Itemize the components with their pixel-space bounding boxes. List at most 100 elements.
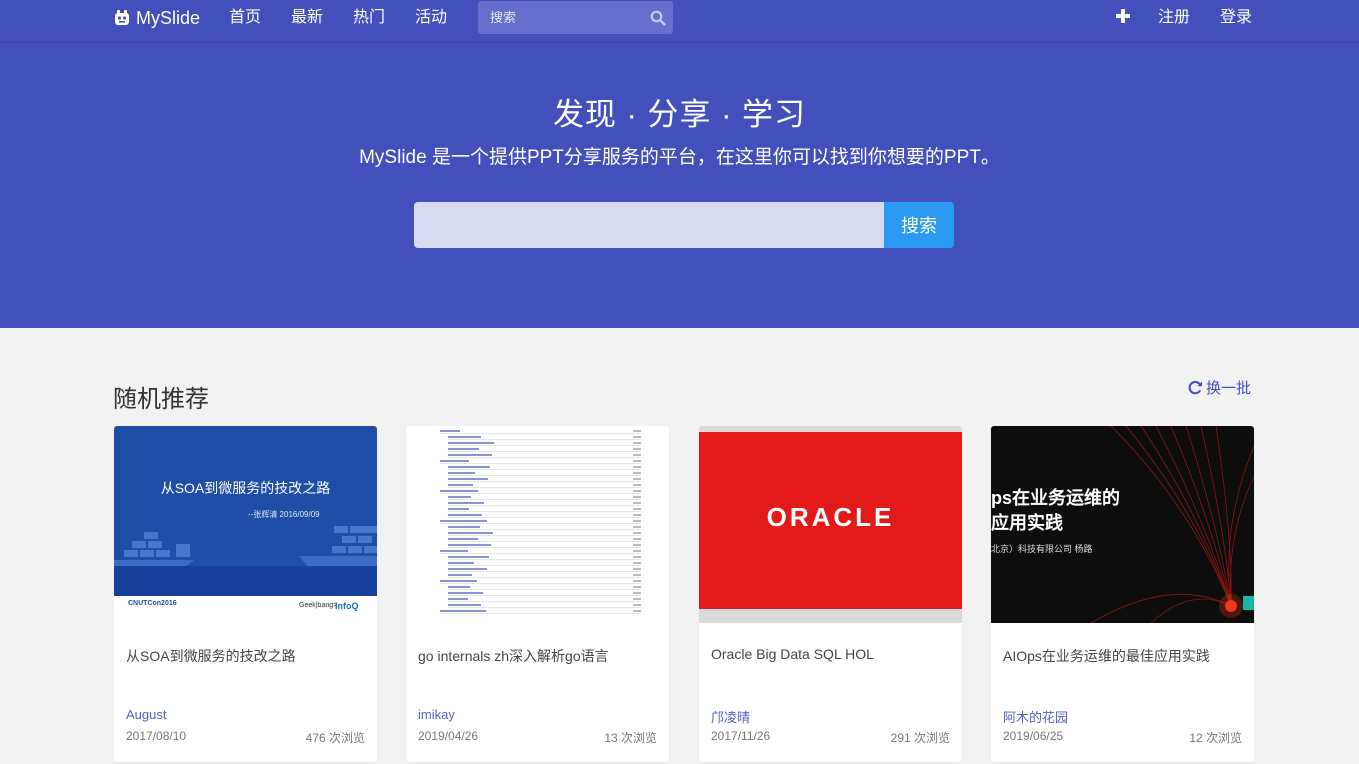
- plus-icon[interactable]: [1115, 8, 1131, 24]
- toc-row-page: [633, 460, 641, 462]
- thumb-title: 从SOA到微服务的技改之路: [160, 480, 331, 496]
- slide-thumbnail[interactable]: ps在业务运维的 应用实践 北京）科技有限公司 杨路: [991, 426, 1254, 623]
- toc-row-line: [448, 541, 641, 542]
- slide-thumbnail[interactable]: [406, 426, 669, 623]
- toc-row-text: [448, 556, 489, 558]
- toc-row-page: [633, 580, 641, 582]
- toc-row-page: [633, 526, 641, 528]
- nav-link-home[interactable]: 首页: [229, 8, 261, 28]
- toc-row-page: [633, 430, 641, 432]
- register-link[interactable]: 注册: [1158, 8, 1190, 28]
- toc-row-line: [448, 487, 641, 488]
- card-views: 476 次浏览: [305, 731, 365, 745]
- infoq-logo: InfoQ: [335, 601, 359, 611]
- toc-row-page: [633, 598, 641, 600]
- card-author[interactable]: 邝凌晴: [711, 707, 750, 726]
- toc-row-page: [633, 436, 641, 438]
- toc-row-page: [633, 562, 641, 564]
- toc-row-page: [633, 502, 641, 504]
- toc-row-line: [448, 559, 641, 560]
- card-views: 291 次浏览: [890, 731, 950, 745]
- toc-row-text: [448, 604, 481, 606]
- toc-row-page: [633, 448, 641, 450]
- top-navbar: MySlide 首页 最新 热门 活动 注册 登录: [0, 0, 1359, 43]
- search-icon[interactable]: [650, 10, 666, 26]
- slide-card[interactable]: ps在业务运维的 应用实践 北京）科技有限公司 杨路 AIOps在业务运维的最佳…: [991, 426, 1254, 762]
- toc-row-text: [440, 520, 487, 522]
- section-title: 随机推荐: [113, 386, 209, 413]
- slide-card[interactable]: 从SOA到微服务的技改之路 --张辉清 2016/09/09 CNUTCon20…: [114, 426, 377, 762]
- hero-search-button[interactable]: 搜索: [884, 202, 954, 248]
- toc-row-page: [633, 514, 641, 516]
- toc-row-line: [448, 517, 641, 518]
- slide-thumbnail[interactable]: 从SOA到微服务的技改之路 --张辉清 2016/09/09 CNUTCon20…: [114, 426, 377, 623]
- toc-row-line: [440, 493, 641, 494]
- login-link[interactable]: 登录: [1220, 8, 1252, 28]
- toc-row-text: [440, 430, 460, 432]
- card-views: 13 次浏览: [604, 731, 657, 745]
- toc-row-text: [448, 562, 474, 564]
- toc-row-line: [448, 469, 641, 470]
- slide-card[interactable]: go internals zh深入解析go语言 imikay 2019/04/2…: [406, 426, 669, 762]
- toc-row-line: [448, 439, 641, 440]
- toc-row-page: [633, 484, 641, 486]
- toc-row-text: [448, 592, 483, 594]
- toc-row-page: [633, 520, 641, 522]
- nav-search-input[interactable]: [478, 1, 638, 34]
- toc-row-line: [448, 511, 641, 512]
- toc-row-page: [633, 454, 641, 456]
- slide-card[interactable]: ORACLE Oracle Big Data SQL HOL 邝凌晴 2017/…: [699, 426, 962, 762]
- nav-search-box: [478, 1, 673, 34]
- toc-row-line: [448, 535, 641, 536]
- card-date: 2019/06/25: [1003, 729, 1064, 743]
- card-title[interactable]: go internals zh深入解析go语言: [418, 646, 609, 666]
- toc-row-text: [448, 472, 475, 474]
- robot-logo-icon: [115, 10, 129, 25]
- card-title[interactable]: Oracle Big Data SQL HOL: [711, 646, 874, 662]
- toc-row-page: [633, 496, 641, 498]
- toc-row-text: [448, 526, 480, 528]
- thumb-accent-tab: [1243, 596, 1254, 610]
- card-title[interactable]: AIOps在业务运维的最佳应用实践: [1003, 646, 1210, 666]
- ship-illustration: [114, 526, 377, 568]
- oracle-logo: ORACLE: [766, 502, 895, 532]
- thumb-company: 北京）科技有限公司 杨路: [991, 544, 1093, 554]
- toc-row-page: [633, 532, 641, 534]
- brand-logo[interactable]: MySlide: [113, 7, 200, 29]
- toc-row-text: [440, 610, 486, 612]
- nav-link-latest[interactable]: 最新: [291, 8, 323, 28]
- nav-link-hot[interactable]: 热门: [353, 8, 385, 28]
- toc-row-text: [448, 574, 472, 576]
- toc-row-line: [448, 481, 641, 482]
- refresh-button[interactable]: 换一批: [1188, 377, 1251, 398]
- toc-row-text: [448, 466, 490, 468]
- hero-search-input[interactable]: [414, 202, 885, 248]
- card-author[interactable]: imikay: [418, 707, 455, 722]
- toc-row-page: [633, 550, 641, 552]
- card-title[interactable]: 从SOA到微服务的技改之路: [126, 646, 296, 666]
- card-author[interactable]: August: [126, 707, 166, 722]
- toc-row-text: [448, 598, 468, 600]
- card-author[interactable]: 阿木的花园: [1003, 707, 1068, 726]
- brand-name: MySlide: [136, 7, 201, 28]
- toc-row-line: [440, 553, 641, 554]
- sponsor-logo: Geek|bang>: [299, 602, 338, 609]
- toc-row-text: [448, 496, 471, 498]
- toc-row-text: [448, 568, 487, 570]
- toc-row-line: [448, 547, 641, 548]
- thumb-heading-line2: 应用实践: [991, 513, 1063, 533]
- toc-row-text: [448, 508, 469, 510]
- toc-row-text: [448, 532, 493, 534]
- toc-row-text: [440, 580, 477, 582]
- toc-row-page: [633, 478, 641, 480]
- toc-row-line: [448, 595, 641, 596]
- nav-link-events[interactable]: 活动: [415, 8, 447, 28]
- toc-row-line: [448, 445, 641, 446]
- card-views: 12 次浏览: [1189, 731, 1242, 745]
- toc-row-text: [448, 436, 481, 438]
- card-date: 2017/11/26: [711, 729, 771, 743]
- slide-thumbnail[interactable]: ORACLE: [699, 426, 962, 623]
- toc-row-page: [633, 604, 641, 606]
- toc-row-text: [448, 544, 491, 546]
- toc-row-line: [448, 607, 641, 608]
